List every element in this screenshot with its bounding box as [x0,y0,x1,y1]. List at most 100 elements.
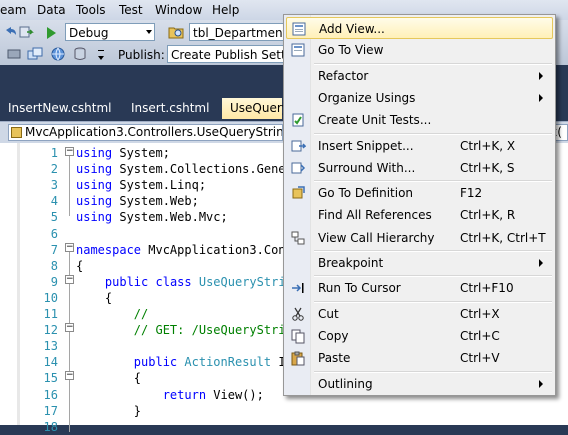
publish-profile-select[interactable]: Create Publish Settin [167,45,284,63]
menu-item-shortcut: F12 [460,186,483,201]
menu-team[interactable]: eam [0,2,26,18]
paste-icon [291,351,305,366]
menu-item-label: View Call Hierarchy [318,230,435,245]
start-debug-icon[interactable] [43,25,59,41]
code-token: class [155,274,192,289]
menu-test[interactable]: Test [119,2,143,18]
code-line: using System.Collections.Gene [76,161,286,177]
menu-item-breakpoint[interactable]: Breakpoint [286,252,553,274]
chevron-down-icon [146,30,152,34]
code-token: { [76,371,142,386]
code-token: UseQueryStri [198,274,286,289]
database-icon[interactable] [72,46,88,62]
menu-item-cut[interactable]: Cut Ctrl+X [286,303,553,325]
line-number: 12 [43,323,58,338]
tab-usequery[interactable]: UseQuery [222,98,289,119]
menu-item-organize-usings[interactable]: Organize Usings [286,87,553,109]
find-combo[interactable]: tbl_Department_ [189,23,284,41]
code-token: // [76,307,149,321]
code-token: using [76,162,113,177]
context-menu: Add View... Go To View Refactor Organize Us… [283,14,556,396]
menu-item-label: Breakpoint [318,256,384,270]
menu-item-label: Copy [318,328,349,343]
collapse-region-icon[interactable]: − [65,371,74,380]
tab-insertnew[interactable]: InsertNew.cshtml [0,98,120,119]
code-token: View(); [206,387,264,402]
code-line: } [76,403,141,419]
find-in-files-icon[interactable] [168,24,184,40]
menu-item-go-to-view[interactable]: Go To View [286,39,553,61]
code-line: namespace MvcApplication3.Con [76,242,286,258]
toolbar-options-icon[interactable] [93,46,109,62]
submenu-arrow-icon [539,379,543,388]
publish-label: Publish: [118,48,165,62]
class-icon [11,127,22,138]
menu-item-shortcut: Ctrl+F10 [460,281,514,296]
menu-item-surround-with[interactable]: Surround With... Ctrl+K, S [286,157,553,179]
submenu-arrow-icon [539,93,543,102]
code-token: using [76,146,113,160]
menu-item-paste[interactable]: Paste Ctrl+V [286,347,553,369]
line-number: 13 [43,339,58,354]
line-number: 15 [43,371,58,386]
collapse-region-icon[interactable]: − [65,275,74,284]
undo-icon[interactable] [2,24,18,40]
unit-test-icon [292,113,304,127]
code-token: ActionResult [184,355,272,370]
publish-web-icon[interactable] [50,46,66,62]
find-combo-value: tbl_Department_ [193,26,284,40]
collapse-region-icon[interactable]: − [65,243,74,252]
menu-item-label: Organize Usings [318,90,416,105]
definition-icon [292,186,305,199]
line-number: 5 [50,210,58,225]
tab-label: InsertNew.cshtml [8,101,112,115]
line-number: 7 [50,242,58,257]
type-dropdown[interactable]: MvcApplication3.Controllers.UseQueryStri… [8,124,283,141]
code-token: System.Collections.Gene [112,162,286,177]
menu-item-shortcut: Ctrl+K, R [460,208,516,223]
menu-item-label: Add View... [319,22,385,36]
menu-item-refactor[interactable]: Refactor [286,65,553,87]
solution-config-select[interactable]: Debug [65,23,155,41]
snippet-icon [291,140,306,151]
submenu-arrow-icon [539,259,543,267]
line-number: 3 [50,178,58,193]
menu-item-insert-snippet[interactable]: Insert Snippet... Ctrl+K, X [286,135,553,157]
collapse-region-icon[interactable]: − [65,323,74,332]
run-to-cursor-icon [292,283,304,294]
code-token: MvcApplication3.Con [141,242,286,257]
menu-item-run-to-cursor[interactable]: Run To Cursor Ctrl+F10 [286,277,553,299]
menu-item-outlining[interactable]: Outlining [286,373,553,395]
menu-item-copy[interactable]: Copy Ctrl+C [286,325,553,347]
menu-data[interactable]: Data [37,2,66,18]
tab-label: UseQuery [230,101,289,115]
menu-item-find-all-references[interactable]: Find All References Ctrl+K, R [286,204,553,226]
tab-label: Insert.cshtml [131,101,210,115]
line-number: 14 [43,355,58,370]
menu-item-view-call-hierarchy[interactable]: View Call Hierarchy Ctrl+K, Ctrl+T [286,227,553,249]
menu-tools[interactable]: Tools [76,2,106,18]
menu-item-label: Find All References [318,208,432,223]
menu-item-label: Run To Cursor [318,281,401,296]
collapse-region-icon[interactable]: − [65,147,74,156]
menu-item-go-to-definition[interactable]: Go To Definition F12 [286,182,553,204]
menu-item-shortcut: Ctrl+V [460,351,500,366]
menu-window[interactable]: Window [155,2,202,18]
menu-help[interactable]: Help [212,2,239,18]
rebuild-icon[interactable] [27,46,43,62]
line-number: 8 [50,258,58,273]
menu-item-label: Outlining [318,376,373,391]
attach-icon[interactable] [18,24,34,40]
code-token: // GET: /UseQueryStri [76,323,286,338]
line-number: 2 [50,162,58,177]
menu-item-shortcut: Ctrl+C [460,328,500,343]
code-token: } [76,403,142,418]
scissors-icon [292,307,304,321]
menu-item-add-view[interactable]: Add View... [286,17,553,39]
menu-item-label: Paste [318,351,351,366]
menu-item-create-unit-tests[interactable]: Create Unit Tests... [286,109,553,131]
build-icon[interactable] [6,46,22,62]
tab-insert[interactable]: Insert.cshtml [123,98,217,119]
